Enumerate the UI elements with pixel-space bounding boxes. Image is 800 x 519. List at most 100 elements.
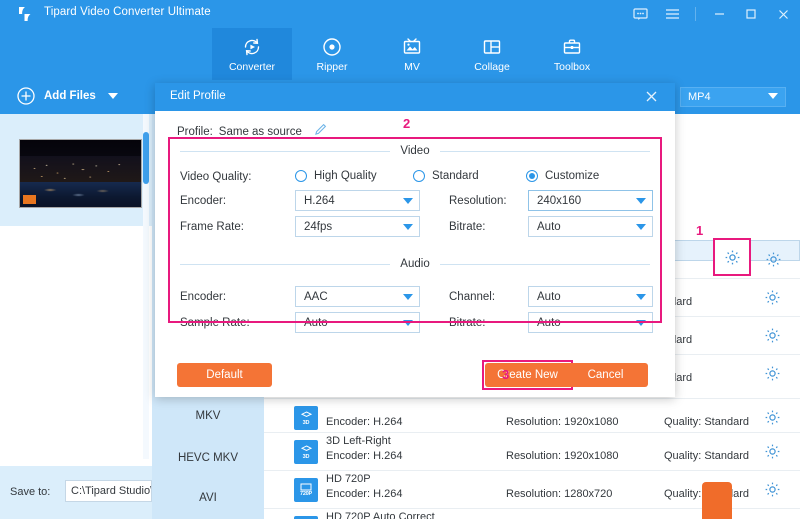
video-resolution-select[interactable]: 240x160 <box>528 190 653 211</box>
save-to-label: Save to: <box>10 486 51 498</box>
gear-icon[interactable] <box>764 443 781 465</box>
radio-circle-icon <box>295 170 307 182</box>
profile-resolution: Resolution: 1920x1080 <box>506 450 619 462</box>
profile-icon-text: 3D <box>302 419 310 426</box>
audio-bitrate-label: Bitrate: <box>449 317 486 329</box>
tab-collage-label: Collage <box>474 60 510 73</box>
profile-encoder: Encoder: H.264 <box>326 416 403 428</box>
tab-ripper[interactable]: Ripper <box>292 28 372 80</box>
chevron-down-icon <box>636 223 646 230</box>
chevron-down-icon[interactable] <box>107 87 118 105</box>
video-resolution-value: 240x160 <box>537 194 582 207</box>
radio-high-quality-label: High Quality <box>314 170 377 182</box>
video-bitrate-value: Auto <box>537 220 561 233</box>
file-list-scrollbar[interactable] <box>143 132 149 184</box>
tab-collage[interactable]: Collage <box>452 28 532 80</box>
radio-customize-label: Customize <box>545 170 600 182</box>
picture-icon <box>401 36 423 58</box>
profile-value: Same as source <box>218 126 302 138</box>
gear-icon[interactable] <box>724 249 741 271</box>
dialog-close-button[interactable] <box>644 89 659 109</box>
profile-encoder: Encoder: H.264 <box>326 450 403 462</box>
audio-encoder-label: Encoder: <box>180 291 227 303</box>
gear-icon[interactable] <box>764 365 781 387</box>
format-item-hevc-mkv[interactable]: HEVC MKV <box>152 439 264 477</box>
gear-icon[interactable] <box>764 409 781 431</box>
profile-name: 3D Left-Right <box>326 435 391 447</box>
convert-all-button[interactable] <box>702 482 732 519</box>
menu-icon[interactable] <box>663 5 681 23</box>
video-encoder-select[interactable]: H.264 <box>295 190 420 211</box>
file-list-item[interactable] <box>0 114 152 226</box>
format-item-mkv[interactable]: MKV <box>152 397 264 435</box>
output-format-select[interactable]: MP4 <box>680 87 786 107</box>
audio-bitrate-select[interactable]: Auto <box>528 312 653 333</box>
app-title: Tipard Video Converter Ultimate <box>44 6 211 18</box>
profile-encoder: Encoder: H.264 <box>326 488 403 500</box>
output-format-area: : MP4 <box>671 87 786 107</box>
video-resolution-label: Resolution: <box>449 195 507 207</box>
audio-encoder-select[interactable]: AAC <box>295 286 420 307</box>
cancel-button[interactable]: Cancel <box>563 363 648 387</box>
video-encoder-value: H.264 <box>304 194 335 207</box>
add-files-button[interactable]: Add Files <box>16 86 118 106</box>
divider <box>180 150 391 152</box>
video-section-caption: Video <box>400 145 430 157</box>
maximize-button[interactable] <box>742 5 760 23</box>
tab-mv[interactable]: MV <box>372 28 452 80</box>
gear-icon[interactable] <box>765 251 782 273</box>
chevron-down-icon <box>636 197 646 204</box>
tab-toolbox-label: Toolbox <box>553 60 591 73</box>
audio-encoder-value: AAC <box>304 290 328 303</box>
tab-converter[interactable]: Converter <box>212 28 292 80</box>
file-list-panel <box>0 114 152 519</box>
radio-high-quality[interactable]: High Quality <box>295 170 377 182</box>
format-item-5k8k-video[interactable]: 5K/8K Video <box>152 512 264 519</box>
feedback-icon[interactable] <box>631 5 649 23</box>
audio-channel-select[interactable]: Auto <box>528 286 653 307</box>
video-framerate-select[interactable]: 24fps <box>295 216 420 237</box>
video-bitrate-label: Bitrate: <box>449 221 486 233</box>
radio-standard[interactable]: Standard <box>413 170 479 182</box>
audio-channel-value: Auto <box>537 290 561 303</box>
profile-resolution: Resolution: 1280x720 <box>506 488 613 500</box>
output-format-value: MP4 <box>688 91 711 103</box>
gear-icon[interactable] <box>764 289 781 311</box>
nav-bar: Converter Ripper MV Collage Toolbox <box>0 28 800 80</box>
gear-highlight-box <box>713 238 751 276</box>
minimize-button[interactable] <box>710 5 728 23</box>
tab-ripper-label: Ripper <box>316 60 348 73</box>
audio-samplerate-label: Sample Rate: <box>180 317 250 329</box>
profile-name: HD 720P Auto Correct <box>326 511 435 519</box>
profile-label: Profile: <box>177 126 213 138</box>
cancel-button-label: Cancel <box>587 369 624 381</box>
pencil-icon[interactable] <box>314 123 327 141</box>
format-720p-icon: 720P <box>294 478 318 502</box>
table-row[interactable]: 3D Encoder: H.264 Resolution: 1920x1080 … <box>264 398 800 435</box>
close-button[interactable] <box>774 5 792 23</box>
chevron-down-icon <box>636 293 646 300</box>
chevron-down-icon <box>636 319 646 326</box>
video-framerate-label: Frame Rate: <box>180 221 244 233</box>
radio-customize[interactable]: Customize <box>526 170 599 182</box>
audio-section-caption: Audio <box>400 258 430 270</box>
default-button[interactable]: Default <box>177 363 272 387</box>
gear-icon[interactable] <box>764 327 781 349</box>
gear-icon[interactable] <box>764 481 781 503</box>
audio-channel-label: Channel: <box>449 291 496 303</box>
control-divider <box>695 7 696 21</box>
audio-samplerate-value: Auto <box>304 316 328 329</box>
video-bitrate-select[interactable]: Auto <box>528 216 653 237</box>
chevron-down-icon <box>403 197 413 204</box>
divider <box>180 263 391 265</box>
create-new-button[interactable]: Create New <box>485 363 570 387</box>
save-to-input[interactable]: C:\Tipard Studio\T <box>65 480 152 502</box>
tab-mv-label: MV <box>404 60 420 73</box>
audio-bitrate-value: Auto <box>537 316 561 329</box>
add-files-label: Add Files <box>44 90 96 102</box>
table-row[interactable]: 3D 3D Left-Right Encoder: H.264 Resoluti… <box>264 432 800 469</box>
disc-icon <box>321 36 343 58</box>
tab-toolbox[interactable]: Toolbox <box>532 28 612 80</box>
audio-samplerate-select[interactable]: Auto <box>295 312 420 333</box>
profile-row: Profile: Same as source <box>177 123 327 141</box>
